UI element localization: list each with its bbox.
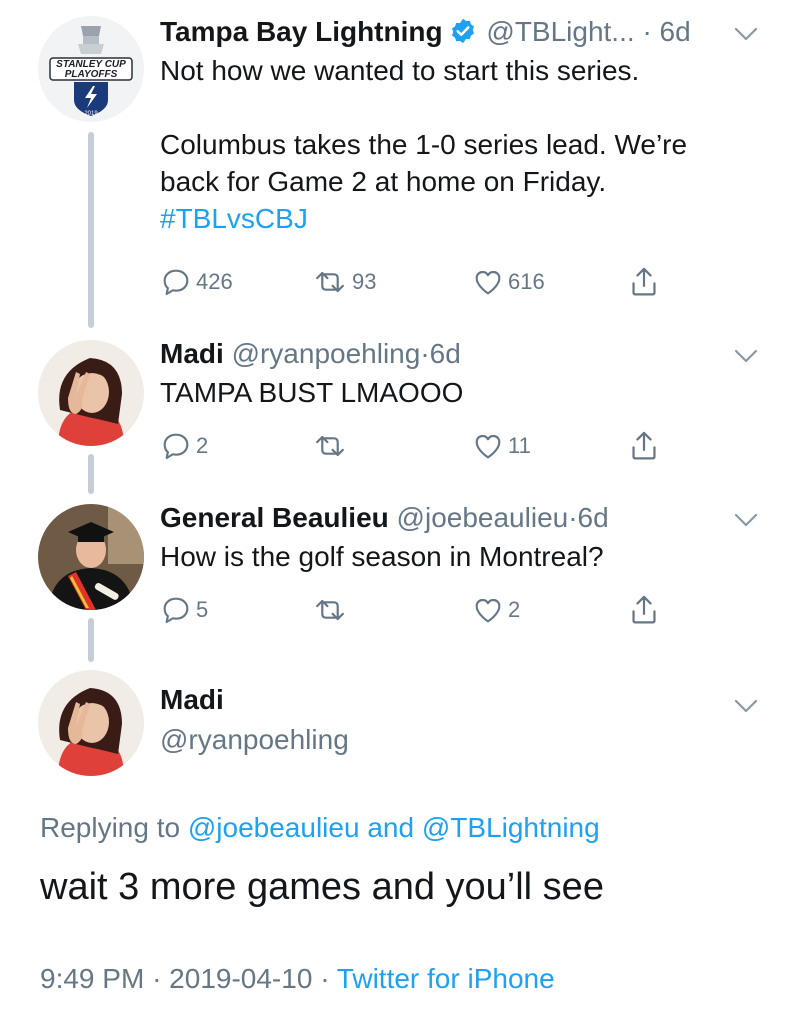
like-count: 2 — [508, 597, 521, 622]
avatar[interactable] — [38, 670, 144, 776]
svg-text:2019: 2019 — [84, 111, 98, 117]
tweet-tampa-bay-lightning[interactable]: STANLEY CUP PLAYOFFS 2019 Tampa Bay Ligh… — [0, 0, 792, 320]
tweet-header: General Beaulieu @joebeaulieu·6d — [160, 500, 732, 536]
tweet-text-line: Not how we wanted to start this series. — [160, 55, 640, 86]
like-count: 11 — [508, 433, 531, 458]
source-link[interactable]: Twitter for iPhone — [337, 963, 555, 994]
separator-dot: · — [320, 963, 330, 994]
user-handle[interactable]: @TBLight... — [486, 16, 634, 47]
retweet-button[interactable] — [312, 592, 352, 628]
user-photo — [38, 340, 144, 446]
tweet-text-line: TAMPA BUST LMAOOO — [160, 377, 464, 408]
reply-icon — [163, 269, 189, 296]
replying-to: Replying to @joebeaulieu and @TBLightnin… — [40, 812, 600, 844]
heart-icon — [475, 270, 501, 295]
reply-button[interactable]: 426 — [160, 264, 233, 300]
separator-dot: · — [642, 16, 652, 47]
tweet-actions: 2 11 — [160, 428, 680, 464]
stanley-cup-playoffs-logo: STANLEY CUP PLAYOFFS 2019 — [38, 16, 144, 122]
tweet-meta: 9:49 PM · 2019-04-10 · Twitter for iPhon… — [40, 963, 555, 995]
replying-to-label: Replying to — [40, 812, 181, 843]
user-handle[interactable]: @ryanpoehling — [232, 338, 421, 369]
share-icon — [632, 267, 656, 296]
tweet-header: Tampa Bay Lightning @TBLight... · 6d — [160, 14, 732, 50]
timestamp[interactable]: 6d — [430, 338, 461, 369]
display-name[interactable]: Madi — [160, 684, 224, 715]
tweet-text-line: Columbus takes the 1-0 series lead. We’r… — [160, 129, 688, 160]
avatar[interactable] — [38, 504, 144, 610]
tweet-time: 9:49 PM — [40, 963, 145, 994]
user-handle[interactable]: @joebeaulieu — [397, 502, 569, 533]
mention-link[interactable]: @joebeaulieu — [188, 812, 360, 843]
reply-count: 5 — [196, 597, 209, 622]
user-photo — [38, 504, 144, 610]
mention-link[interactable]: @TBLightning — [422, 812, 600, 843]
tweet-madi-reply[interactable]: Madi @ryanpoehling·6d TAMPA BUST LMAOOO … — [0, 330, 792, 480]
share-icon — [632, 431, 656, 460]
chevron-down-icon[interactable] — [732, 510, 760, 530]
timestamp[interactable]: 6d — [660, 16, 691, 47]
focused-tweet-text: wait 3 more games and you’ll see — [40, 866, 604, 908]
reply-count: 2 — [196, 433, 209, 458]
tweet-date: 2019-04-10 — [169, 963, 313, 994]
tweet-actions: 426 93 616 — [160, 264, 680, 300]
chevron-down-icon[interactable] — [732, 346, 760, 366]
reply-icon — [163, 597, 189, 624]
separator-dot: · — [420, 338, 430, 369]
heart-icon — [475, 598, 501, 623]
like-count: 616 — [508, 269, 545, 294]
retweet-icon — [316, 271, 344, 293]
heart-icon — [475, 434, 501, 459]
chevron-down-icon[interactable] — [732, 696, 760, 716]
share-button[interactable] — [628, 592, 660, 628]
display-name[interactable]: Madi — [160, 338, 224, 369]
avatar[interactable] — [38, 340, 144, 446]
hashtag-link[interactable]: #TBLvsCBJ — [160, 203, 308, 234]
avatar[interactable]: STANLEY CUP PLAYOFFS 2019 — [38, 16, 144, 122]
user-photo — [38, 670, 144, 776]
share-icon — [632, 595, 656, 624]
share-button[interactable] — [628, 264, 660, 300]
user-handle[interactable]: @ryanpoehling — [160, 724, 349, 755]
verified-badge-icon — [449, 17, 477, 45]
like-button[interactable]: 11 — [472, 428, 531, 464]
retweet-button[interactable] — [312, 428, 352, 464]
tweet-actions: 5 2 — [160, 592, 680, 628]
like-button[interactable]: 2 — [472, 592, 520, 628]
svg-text:PLAYOFFS: PLAYOFFS — [65, 69, 118, 80]
tweet-header: Madi @ryanpoehling·6d — [160, 336, 732, 372]
reply-button[interactable]: 5 — [160, 592, 208, 628]
tweet-text: Not how we wanted to start this series. … — [160, 52, 732, 237]
reply-count: 426 — [196, 269, 233, 294]
retweet-icon — [316, 599, 344, 621]
separator-dot: · — [152, 963, 162, 994]
chevron-down-icon[interactable] — [732, 24, 760, 44]
tweet-text-line: back for Game 2 at home on Friday. — [160, 166, 607, 197]
tweet-text: TAMPA BUST LMAOOO — [160, 374, 732, 411]
tweet-general-beaulieu-reply[interactable]: General Beaulieu @joebeaulieu·6d How is … — [0, 496, 792, 646]
tweet-text: How is the golf season in Montreal? — [160, 538, 732, 575]
display-name[interactable]: Tampa Bay Lightning — [160, 16, 443, 47]
reply-button[interactable]: 2 — [160, 428, 208, 464]
like-button[interactable]: 616 — [472, 264, 545, 300]
tweet-header: Madi — [160, 682, 732, 718]
share-button[interactable] — [628, 428, 660, 464]
replying-and: and — [367, 812, 415, 843]
separator-dot: · — [568, 502, 578, 533]
display-name[interactable]: General Beaulieu — [160, 502, 389, 533]
retweet-count: 93 — [352, 269, 377, 294]
retweet-icon — [316, 435, 344, 457]
reply-icon — [163, 433, 189, 460]
tweet-text-line: How is the golf season in Montreal? — [160, 541, 604, 572]
retweet-button[interactable]: 93 — [312, 264, 376, 300]
timestamp[interactable]: 6d — [578, 502, 609, 533]
